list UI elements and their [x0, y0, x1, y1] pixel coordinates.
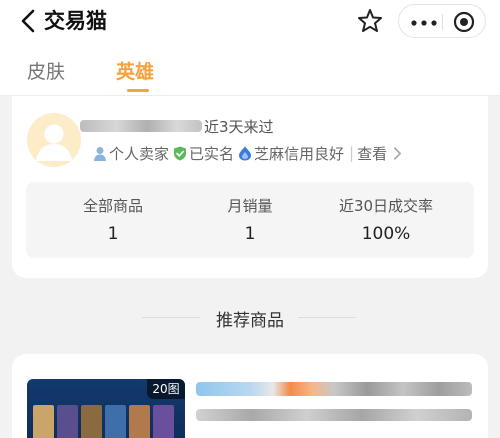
top-bar: 交易猫 [0, 0, 500, 44]
tab-skins[interactable]: 皮肤 [27, 57, 65, 84]
hero-thumbnails [33, 405, 174, 438]
stat-all-products[interactable]: 全部商品 1 [38, 195, 188, 244]
stat-value: 1 [244, 224, 256, 244]
sesame-credit-icon [239, 146, 252, 160]
star-icon[interactable] [356, 7, 384, 35]
page-title: 交易猫 [44, 9, 107, 33]
chevron-left-icon[interactable] [18, 8, 40, 34]
recommend-title: 推荐商品 [216, 311, 284, 331]
tag-personal-seller: 个人卖家 [93, 143, 169, 164]
seller-card: 近3天来过 个人卖家 已实名 芝麻信用良好 | 查看 全部商品 1 月销量 1 … [12, 96, 488, 278]
chevron-right-icon[interactable] [391, 146, 405, 161]
divider-line [298, 317, 356, 318]
more-dots-icon[interactable] [411, 20, 437, 26]
last-active-text: 近3天来过 [204, 118, 274, 136]
image-count-badge: 20图 [147, 379, 185, 399]
stat-value: 1 [107, 224, 119, 244]
seller-tags: 个人卖家 已实名 芝麻信用良好 | 查看 [93, 143, 407, 163]
mini-program-capsule [398, 4, 486, 38]
person-icon [94, 146, 106, 161]
product-title-blurred [196, 382, 472, 396]
product-image[interactable]: 20图 [27, 379, 185, 438]
product-subtitle-blurred [196, 409, 472, 421]
seller-name-blurred [80, 120, 202, 132]
verified-shield-icon [174, 146, 187, 160]
tag-label: 个人卖家 [109, 144, 170, 163]
tag-separator: | [349, 144, 355, 162]
stat-label: 近30日成交率 [338, 197, 434, 215]
stat-monthly-sales: 月销量 1 [175, 195, 325, 244]
seller-stats: 全部商品 1 月销量 1 近30日成交率 100% [26, 182, 474, 258]
capsule-divider [442, 14, 443, 30]
product-card[interactable]: 20图 [12, 354, 488, 438]
recommend-header: 推荐商品 [0, 306, 500, 331]
avatar[interactable] [27, 113, 81, 167]
stat-label: 全部商品 [82, 197, 143, 215]
default-avatar-icon [36, 124, 72, 161]
tag-real-name: 已实名 [173, 143, 234, 164]
target-circle-icon[interactable] [453, 11, 475, 33]
category-tabs: 皮肤 英雄 [0, 44, 500, 96]
stat-30day-rate: 近30日成交率 100% [311, 195, 461, 244]
stat-label: 月销量 [227, 197, 273, 215]
tab-heroes[interactable]: 英雄 [116, 57, 154, 84]
stat-value: 100% [361, 224, 411, 244]
view-seller-link[interactable]: 查看 [357, 143, 387, 164]
tag-label: 已实名 [189, 144, 235, 163]
tab-active-indicator [127, 89, 149, 92]
tag-sesame-credit: 芝麻信用良好 [238, 143, 344, 164]
tag-label: 芝麻信用良好 [254, 144, 345, 163]
